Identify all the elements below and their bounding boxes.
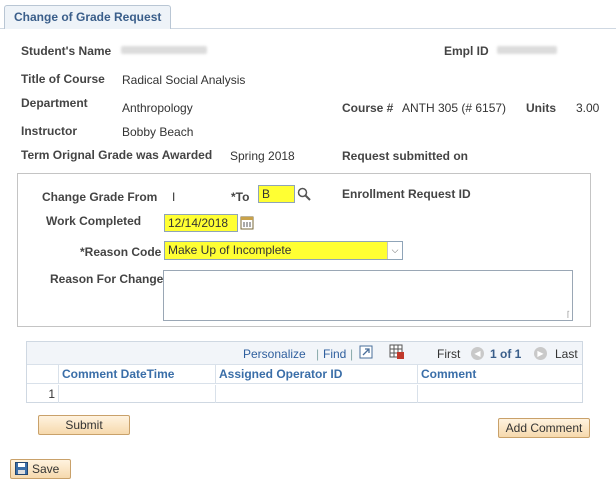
grade-to-label: *To [231, 190, 250, 204]
units-value: 3.00 [576, 101, 600, 115]
work-completed-label: Work Completed [46, 214, 142, 228]
save-button[interactable]: Save [10, 459, 71, 479]
student-name-label: Student's Name [21, 44, 112, 58]
download-excel-icon[interactable] [389, 344, 405, 363]
change-grade-from-label: Change Grade From [42, 190, 158, 204]
column-header-comment[interactable]: Comment [418, 365, 582, 384]
personalize-link[interactable]: Personalize [243, 347, 306, 361]
chevron-down-icon[interactable]: ⌵ [387, 242, 402, 259]
change-grade-from-value: I [172, 190, 176, 204]
table-cell-datetime [59, 385, 216, 403]
grid-toolbar: Personalize | Find | First ◀ 1 of 1 ▶ La… [27, 342, 582, 365]
course-number-value: ANTH 305 (# 6157) [402, 101, 507, 115]
comments-grid: Personalize | Find | First ◀ 1 of 1 ▶ La… [26, 341, 583, 403]
column-header-comment-datetime[interactable]: Comment DateTime [59, 365, 216, 384]
toolbar-divider: | [350, 347, 354, 361]
last-label[interactable]: Last [555, 347, 578, 361]
term-value: Spring 2018 [230, 149, 295, 163]
row-number-header [27, 365, 59, 384]
instructor-value: Bobby Beach [122, 125, 194, 139]
department-label: Department [21, 96, 88, 110]
reason-for-change-label: Reason For Change [50, 272, 164, 286]
page-info: 1 of 1 [490, 347, 522, 361]
find-link[interactable]: Find [323, 347, 346, 361]
table-cell-comment [418, 385, 582, 403]
enrollment-request-id-label: Enrollment Request ID [342, 187, 471, 201]
instructor-label: Instructor [21, 124, 78, 138]
add-comment-button[interactable]: Add Comment [498, 418, 590, 438]
tab-change-of-grade[interactable]: Change of Grade Request [4, 5, 172, 29]
course-number-label: Course # [342, 101, 394, 115]
calendar-icon[interactable] [240, 215, 254, 230]
reason-for-change-textarea[interactable]: ⌈ [163, 270, 573, 321]
zoom-grid-icon[interactable] [359, 345, 373, 362]
save-button-label: Save [32, 462, 60, 476]
student-name-redacted [121, 46, 207, 54]
units-label: Units [526, 101, 556, 115]
department-value: Anthropology [122, 101, 193, 115]
reason-code-label: *Reason Code [80, 245, 162, 259]
course-title-value: Radical Social Analysis [122, 73, 246, 87]
floppy-disk-icon [15, 462, 28, 480]
table-row-number: 1 [27, 385, 59, 403]
toolbar-divider: | [316, 347, 320, 361]
request-submitted-label: Request submitted on [342, 149, 469, 163]
prev-arrow-icon[interactable]: ◀ [471, 346, 484, 361]
term-label: Term Orignal Grade was Awarded [21, 148, 213, 162]
table-cell-operator [216, 385, 418, 403]
tab-bar: Change of Grade Request [0, 5, 616, 29]
submit-button[interactable]: Submit [38, 415, 130, 435]
course-title-label: Title of Course [21, 72, 105, 86]
magnifier-icon[interactable] [297, 187, 311, 201]
reason-code-selected: Make Up of Incomplete [168, 243, 292, 257]
reason-code-select[interactable]: Make Up of Incomplete ⌵ [164, 241, 403, 260]
grade-to-input[interactable]: B [258, 185, 295, 203]
resize-grip-icon[interactable]: ⌈ [567, 310, 570, 319]
column-header-operator-id[interactable]: Assigned Operator ID [216, 365, 418, 384]
next-arrow-icon[interactable]: ▶ [534, 346, 547, 361]
empl-id-label: Empl ID [444, 44, 489, 58]
first-label[interactable]: First [437, 347, 460, 361]
empl-id-redacted [497, 46, 557, 54]
work-completed-input[interactable]: 12/14/2018 [164, 214, 238, 232]
